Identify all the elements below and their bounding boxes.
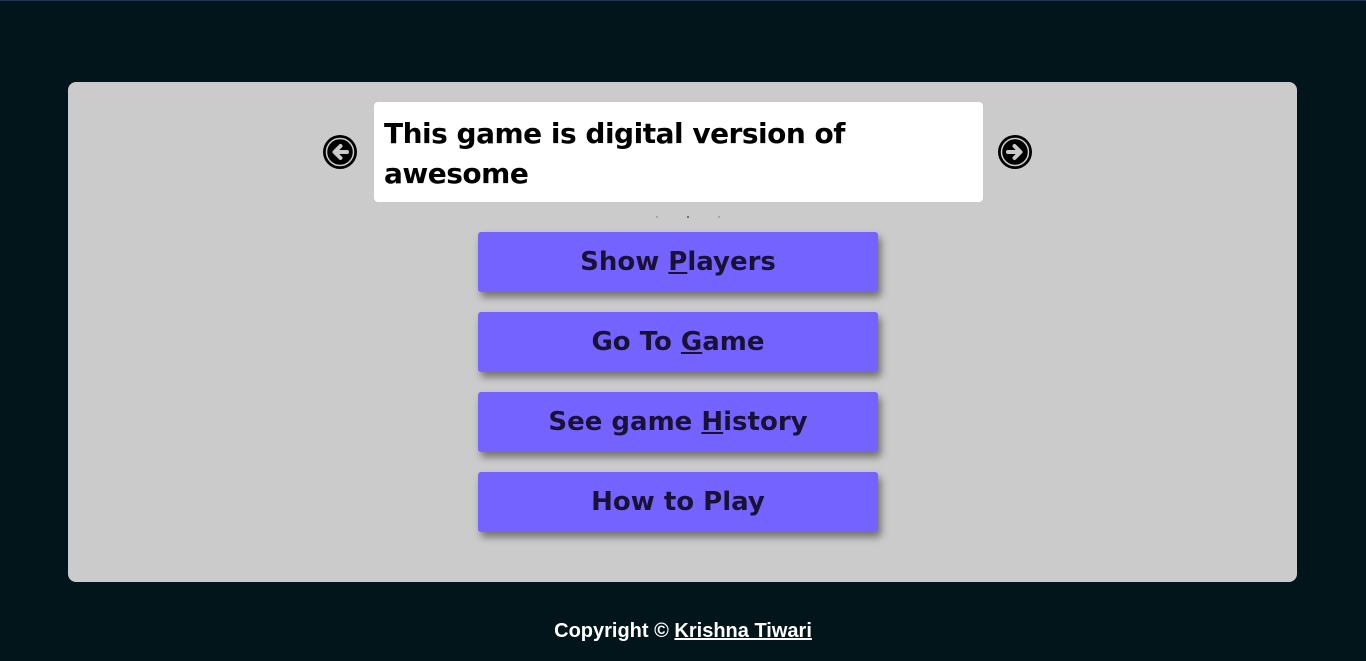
carousel-indicator-dot[interactable] <box>656 216 658 218</box>
go-to-game-label-start: Go To <box>591 327 681 357</box>
top-border-line <box>0 0 1366 1</box>
how-to-play-button[interactable]: How to Play <box>478 472 878 532</box>
show-players-label-start: Show <box>580 247 669 277</box>
go-to-game-hotkey: G <box>680 327 703 357</box>
arrow-left-circle-icon <box>323 135 357 169</box>
game-history-label-start: See game <box>548 407 702 437</box>
carousel-indicator-dot-active[interactable] <box>687 216 689 218</box>
show-players-hotkey: P <box>668 247 688 277</box>
carousel-slide-text: This game is digital version of awesome … <box>374 102 983 202</box>
copyright-text: Copyright © <box>554 620 675 642</box>
game-history-label-end: istory <box>723 407 808 437</box>
show-players-button[interactable]: Show Players <box>478 232 878 292</box>
go-to-game-button[interactable]: Go To Game <box>478 312 878 372</box>
how-to-play-label: How to Play <box>591 487 765 517</box>
carousel-indicator-dot[interactable] <box>718 216 720 218</box>
author-link[interactable]: Krishna Tiwari <box>674 620 811 642</box>
carousel-prev-button[interactable] <box>322 134 358 170</box>
show-players-label-end: layers <box>687 247 776 277</box>
arrow-right-circle-icon <box>998 135 1032 169</box>
footer: Copyright © Krishna Tiwari <box>0 618 1366 644</box>
main-panel: This game is digital version of awesome … <box>68 82 1297 582</box>
carousel-indicators <box>656 216 720 218</box>
game-history-hotkey: H <box>701 407 724 437</box>
carousel-next-button[interactable] <box>997 134 1033 170</box>
go-to-game-label-end: ame <box>702 327 765 357</box>
game-history-button[interactable]: See game History <box>478 392 878 452</box>
